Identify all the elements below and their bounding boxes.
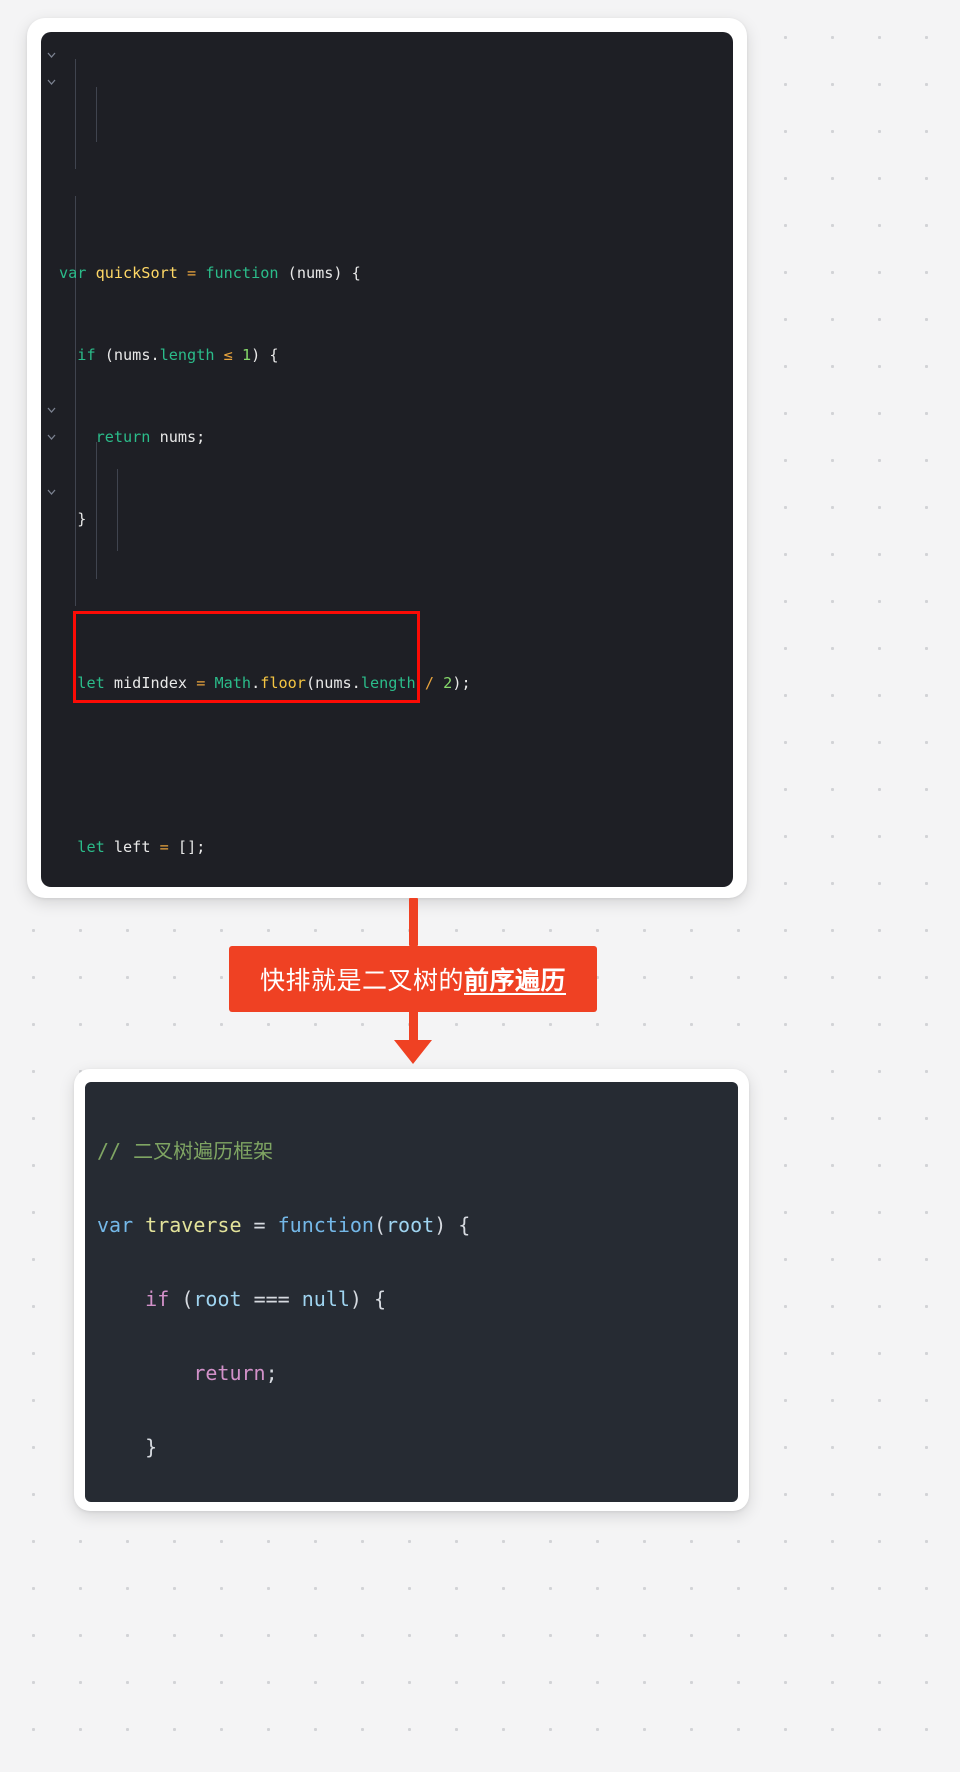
quicksort-code-body[interactable]: var quickSort = function (nums) { if (nu… <box>41 32 733 887</box>
annotation-banner: 快排就是二叉树的 前序遍历 <box>229 946 597 1012</box>
connector-stem-bottom <box>409 1012 418 1042</box>
quicksort-code-editor[interactable]: var quickSort = function (nums) { if (nu… <box>41 32 733 887</box>
arrow-down-icon <box>394 1040 432 1064</box>
code-line[interactable]: if (root === null) { <box>97 1281 738 1318</box>
code-line[interactable] <box>41 588 733 615</box>
indent-guide <box>75 196 76 606</box>
banner-text-plain: 快排就是二叉树的 <box>259 966 464 995</box>
code-line[interactable]: return nums; <box>41 424 733 451</box>
code-line[interactable] <box>41 752 733 779</box>
code-line[interactable]: let midIndex = Math.floor(nums.length / … <box>41 670 733 697</box>
traverse-code-body[interactable]: // 二叉树遍历框架 var traverse = function(root)… <box>85 1096 738 1502</box>
code-line[interactable]: if (nums.length ≤ 1) { <box>41 342 733 369</box>
traverse-code-editor[interactable]: // 二叉树遍历框架 var traverse = function(root)… <box>85 1082 738 1502</box>
code-line[interactable]: } <box>41 506 733 533</box>
code-comment-line[interactable]: // 二叉树遍历框架 <box>97 1133 738 1170</box>
banner-text-emphasis: 前序遍历 <box>464 966 567 995</box>
indent-guide <box>96 87 97 142</box>
indent-guide <box>75 59 76 169</box>
code-line[interactable]: } <box>97 1429 738 1466</box>
code-line[interactable]: let left = []; <box>41 834 733 861</box>
code-line[interactable]: return; <box>97 1355 738 1392</box>
code-line[interactable]: var quickSort = function (nums) { <box>41 260 733 287</box>
code-line[interactable]: var traverse = function(root) { <box>97 1207 738 1244</box>
connector-stem-top <box>409 898 418 946</box>
